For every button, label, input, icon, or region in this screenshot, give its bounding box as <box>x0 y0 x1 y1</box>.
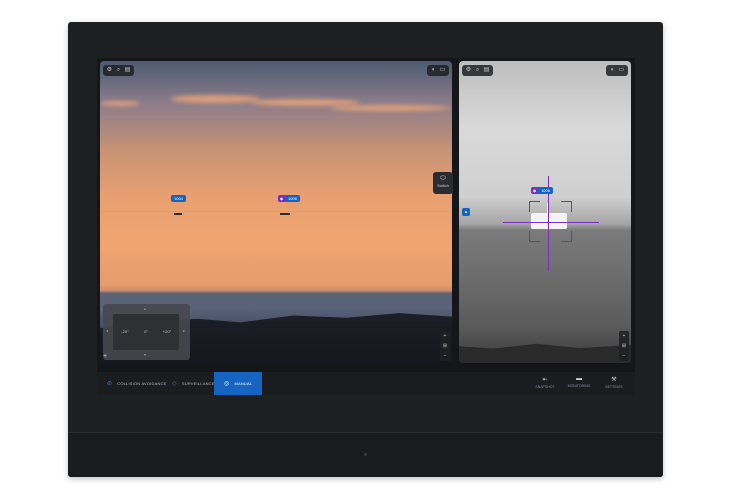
boat <box>174 213 182 215</box>
search-icon[interactable]: ⌕ <box>115 67 122 74</box>
cloud <box>330 105 450 111</box>
switch-label: Switch <box>437 183 449 188</box>
tilt-up-icon[interactable]: ▴ <box>144 306 146 311</box>
daylight-camera-view[interactable]: ⚙ ⌕ ▤ ◐ ▭ 1004 ◆ 1006 -20° 0° +20° ▴ ▾ ◂… <box>100 61 452 363</box>
gear-icon[interactable]: ⚙ <box>106 67 113 74</box>
plus-icon[interactable]: + <box>103 353 107 360</box>
tilt-down-icon[interactable]: ▾ <box>144 352 146 357</box>
fullscreen-icon[interactable]: ▭ <box>618 67 625 74</box>
crosshair-horizontal <box>503 222 599 223</box>
cloud <box>170 95 260 103</box>
wrench-icon: ⚒ <box>611 377 617 383</box>
view-options: ◐ ▭ <box>427 65 449 76</box>
target-tag-selected[interactable]: ◆ 1006 <box>278 195 300 202</box>
target-tag-selected[interactable]: ◆ 1006 <box>531 187 553 194</box>
mode-label: MANUAL <box>234 381 253 386</box>
ptz-control: -20° 0° +20° ▴ ▾ ◂ ▸ <box>103 304 190 360</box>
pan-right-icon[interactable]: ▸ <box>183 328 185 333</box>
zoom-level-icon[interactable]: ⊞ <box>440 341 450 351</box>
pan-center-button[interactable]: 0° <box>140 327 152 337</box>
view-controls: ⚙ ⌕ ▤ <box>462 65 493 76</box>
snapshot-button[interactable]: ⇤ SNAPSHOT <box>533 376 557 389</box>
view-options: ◐ ▭ <box>606 65 628 76</box>
target-id: 1004 <box>171 195 186 202</box>
layers-icon[interactable]: ▤ <box>483 67 490 74</box>
zoom-controls: + ⊞ − <box>619 331 629 361</box>
camera-icon: ⇤ <box>542 377 548 383</box>
classification-icon: ◆ <box>278 195 286 202</box>
gear-icon[interactable]: ⚙ <box>465 67 472 74</box>
fullscreen-icon[interactable]: ▭ <box>439 67 446 74</box>
indicator-light <box>364 453 367 456</box>
monitor-chin <box>68 432 663 477</box>
boat <box>280 213 290 215</box>
action-label: SNAPSHOT <box>535 385 555 389</box>
target-icon: ◎ <box>224 381 230 387</box>
switch-view-handle[interactable]: ⬭ Switch <box>433 172 453 194</box>
north-marker-icon[interactable]: ▲ <box>462 208 470 216</box>
shield-icon: ⊘ <box>107 381 113 387</box>
zoom-out-icon[interactable]: − <box>619 351 629 361</box>
monitor-frame: ⚙ ⌕ ▤ ◐ ▭ 1004 ◆ 1006 -20° 0° +20° ▴ ▾ ◂… <box>68 22 663 477</box>
zoom-in-icon[interactable]: + <box>619 331 629 341</box>
horizon <box>100 211 452 212</box>
bracket-top-left <box>529 201 540 212</box>
search-icon[interactable]: ⌕ <box>474 67 481 74</box>
mode-bar: ⊘ COLLISION AVOIDANCE ◇ SURVEILLANCE ◎ M… <box>97 372 635 395</box>
pan-left-button[interactable]: -20° <box>119 327 131 337</box>
pan-right-button[interactable]: +20° <box>161 327 173 337</box>
action-label: SETTINGS <box>605 385 623 389</box>
screen: ⚙ ⌕ ▤ ◐ ▭ 1004 ◆ 1006 -20° 0° +20° ▴ ▾ ◂… <box>97 58 635 395</box>
action-label: MONITORING <box>567 384 591 388</box>
mode-collision-avoidance[interactable]: ⊘ COLLISION AVOIDANCE <box>107 372 167 395</box>
ptz-pad: -20° 0° +20° <box>113 314 179 350</box>
layers-icon[interactable]: ▤ <box>124 67 131 74</box>
target-id: 1006 <box>285 195 300 202</box>
mode-manual[interactable]: ◎ MANUAL <box>214 372 263 395</box>
eye-icon: ◇ <box>172 381 177 387</box>
monitor-icon: ▬ <box>576 376 582 382</box>
cloud <box>100 101 140 106</box>
bracket-bottom-right <box>561 231 572 242</box>
swap-icon: ⬭ <box>440 175 446 182</box>
classification-icon: ◆ <box>531 187 539 194</box>
view-controls: ⚙ ⌕ ▤ <box>103 65 134 76</box>
rocks <box>459 343 631 363</box>
contrast-icon[interactable]: ◐ <box>609 67 616 74</box>
bracket-top-right <box>561 201 572 212</box>
mode-label: COLLISION AVOIDANCE <box>117 381 167 386</box>
target-tag[interactable]: 1004 <box>171 195 186 202</box>
cloud <box>250 99 360 106</box>
zoom-level-icon[interactable]: ⊞ <box>619 341 629 351</box>
settings-button[interactable]: ⚒ SETTINGS <box>602 376 626 389</box>
pan-left-icon[interactable]: ◂ <box>106 328 108 333</box>
zoom-out-icon[interactable]: − <box>440 351 450 361</box>
thermal-camera-view[interactable]: ⚙ ⌕ ▤ ◐ ▭ ◆ 1006 ▲ + ⊞ − <box>459 61 631 363</box>
zoom-in-icon[interactable]: + <box>440 331 450 341</box>
bracket-bottom-left <box>529 231 540 242</box>
mode-label: SURVEILLANCE <box>181 381 215 386</box>
contrast-icon[interactable]: ◐ <box>430 67 437 74</box>
target-id: 1006 <box>538 187 553 194</box>
mode-surveillance[interactable]: ◇ SURVEILLANCE <box>172 372 215 395</box>
monitoring-button[interactable]: ▬ MONITORING <box>567 376 591 388</box>
zoom-controls: + ⊞ − <box>440 331 450 361</box>
ship <box>531 213 567 229</box>
